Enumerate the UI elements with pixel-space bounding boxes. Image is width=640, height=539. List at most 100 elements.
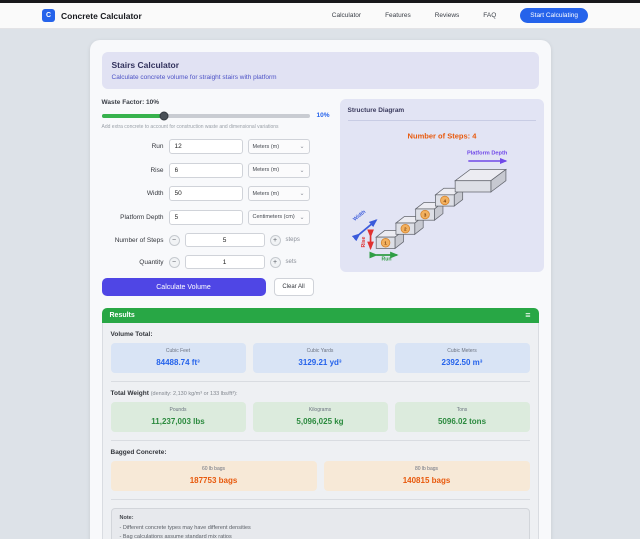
steps-increment-button[interactable]: + (269, 234, 281, 246)
chevron-down-icon: ⌄ (299, 191, 305, 197)
width-arrow (351, 219, 377, 242)
stairs-calculator-banner: Stairs Calculator Calculate concrete vol… (101, 52, 539, 89)
input-column: Waste Factor: 10% 10% Add extra concrete… (101, 99, 330, 296)
kilograms-value: 5,096,025 kg (296, 417, 344, 426)
chevron-down-icon: ⌄ (299, 144, 305, 150)
chevron-down-icon: ⌄ (299, 167, 305, 174)
chevron-down-icon: ⌄ (299, 214, 305, 221)
step-number: 4 (443, 198, 446, 203)
rise-input[interactable] (168, 162, 243, 178)
kilograms-label: Kilograms (308, 407, 332, 413)
platform-depth-input[interactable] (168, 209, 243, 225)
divider (110, 499, 530, 500)
number-of-steps-input[interactable] (184, 233, 265, 247)
rise-label: Rise (150, 166, 164, 174)
rise-unit-select[interactable]: Meters (m) ⌄ (247, 162, 310, 178)
bag-card-60lb: 60 lb bags 187753 bags (110, 461, 317, 491)
weight-card-kilograms: Kilograms 5,096,025 kg (252, 402, 388, 432)
run-label: Run (151, 143, 164, 150)
width-input[interactable] (168, 186, 243, 201)
structure-diagram-panel: Structure Diagram Number of Steps: 4 1 2… (339, 99, 544, 272)
platform-depth-label: Platform Depth (120, 213, 164, 221)
slider-handle[interactable] (159, 111, 169, 120)
volume-card-cubic-yards: Cubic Yards 3129.21 yd³ (252, 343, 388, 373)
field-row-run: Run Meters (m) ⌄ (102, 139, 330, 154)
tons-value: 5096.02 tons (437, 417, 487, 426)
quantity-input[interactable] (184, 255, 265, 269)
stairs-calculator-title: Stairs Calculator (111, 60, 180, 70)
steps-decrement-button[interactable]: − (168, 234, 180, 246)
nav-item-features[interactable]: Features (385, 12, 411, 19)
run-input[interactable] (168, 139, 243, 154)
waste-factor-help-text: Add extra concrete to account for constr… (101, 124, 279, 130)
volume-card-cubic-meters: Cubic Meters 2392.50 m³ (394, 343, 530, 373)
step-number: 3 (423, 212, 426, 217)
platform-depth-diagram-label: Platform Depth (466, 150, 507, 156)
calculator-card: Stairs Calculator Calculate concrete vol… (89, 40, 551, 539)
weight-card-tons: Tons 5096.02 tons (394, 402, 530, 432)
60lb-bags-label: 60 lb bags (201, 466, 226, 472)
width-unit-value: Meters (m) (252, 190, 280, 197)
results-note: Note: - Different concrete types may hav… (110, 508, 530, 539)
volume-total-label: Volume Total: (110, 331, 153, 338)
field-row-platform-depth: Platform Depth Centimeters (cm) ⌄ (102, 209, 330, 225)
stepper-row-quantity: Quantity − + sets (102, 255, 330, 269)
stairs-diagram: Number of Steps: 4 1 2 3 4 Platform Dept… (351, 131, 507, 263)
steps-suffix: steps (285, 237, 300, 243)
step-number: 1 (384, 241, 387, 246)
bag-card-80lb: 80 lb bags 140815 bags (323, 461, 530, 491)
cubic-yards-value: 3129.21 yd³ (298, 358, 342, 367)
divider (347, 120, 536, 121)
density-note: (density: 2,130 kg/m³ or 133 lbs/ft³): (150, 391, 238, 397)
results-section: Results ≡ Volume Total: Cubic Feet 84488… (101, 308, 539, 539)
divider (110, 440, 530, 441)
cubic-feet-value: 84488.74 ft³ (156, 358, 200, 367)
nav-item-calculator[interactable]: Calculator (332, 12, 361, 19)
results-body: Volume Total: Cubic Feet 84488.74 ft³ Cu… (101, 323, 539, 539)
rise-unit-value: Meters (m) (252, 167, 280, 173)
width-diagram-label: Width (352, 209, 367, 223)
platform-depth-unit-select[interactable]: Centimeters (cm) ⌄ (247, 209, 310, 225)
calculate-volume-button[interactable]: Calculate Volume (101, 278, 266, 296)
cubic-meters-value: 2392.50 m³ (441, 358, 483, 367)
field-row-rise: Rise Meters (m) ⌄ (102, 162, 330, 178)
80lb-bags-value: 140815 bags (402, 476, 451, 485)
quantity-increment-button[interactable]: + (269, 256, 281, 268)
start-calculating-button[interactable]: Start Calculating (520, 8, 588, 23)
waste-factor-value: 10% (316, 112, 330, 119)
step-number: 2 (404, 227, 407, 232)
tons-label: Tons (456, 407, 468, 413)
bagged-concrete-label: Bagged Concrete: (110, 449, 167, 456)
menu-icon[interactable]: ≡ (525, 311, 530, 320)
app-header: C Concrete Calculator Calculator Feature… (0, 3, 640, 29)
cubic-yards-label: Cubic Yards (306, 348, 334, 354)
cubic-meters-label: Cubic Meters (447, 348, 477, 354)
run-diagram-label: Run (381, 257, 391, 261)
run-unit-select[interactable]: Meters (m) ⌄ (247, 139, 310, 154)
diagram-steps-count-label: Number of Steps: 4 (407, 131, 477, 140)
field-row-width: Width Meters (m) ⌄ (102, 186, 330, 201)
quantity-decrement-button[interactable]: − (168, 256, 180, 268)
stairs-calculator-subtitle: Calculate concrete volume for straight s… (111, 74, 277, 81)
waste-factor-slider[interactable] (101, 111, 311, 120)
platform-depth-unit-value: Centimeters (cm) (252, 214, 295, 220)
brand[interactable]: C Concrete Calculator (42, 9, 142, 22)
rise-diagram-label: Rise (360, 236, 366, 247)
60lb-bags-value: 187753 bags (189, 476, 238, 485)
width-unit-select[interactable]: Meters (m) ⌄ (247, 186, 310, 201)
quantity-suffix: sets (285, 259, 297, 265)
slider-fill (101, 113, 165, 118)
pounds-label: Pounds (169, 407, 187, 413)
stepper-row-number-of-steps: Number of Steps − + steps (102, 233, 330, 247)
results-header: Results ≡ (101, 308, 539, 323)
note-line: - Bag calculations assume standard mix r… (119, 534, 232, 539)
nav-item-reviews[interactable]: Reviews (435, 12, 460, 19)
structure-diagram-title: Structure Diagram (347, 107, 405, 114)
number-of-steps-label: Number of Steps (114, 236, 164, 244)
note-line: - Different concrete types may have diff… (119, 524, 251, 531)
platform-box (453, 168, 507, 193)
nav-item-faq[interactable]: FAQ (483, 12, 496, 19)
main-nav: Calculator Features Reviews FAQ Start Ca… (332, 8, 588, 23)
run-unit-value: Meters (m) (252, 143, 280, 150)
clear-all-button[interactable]: Clear All (273, 278, 314, 296)
